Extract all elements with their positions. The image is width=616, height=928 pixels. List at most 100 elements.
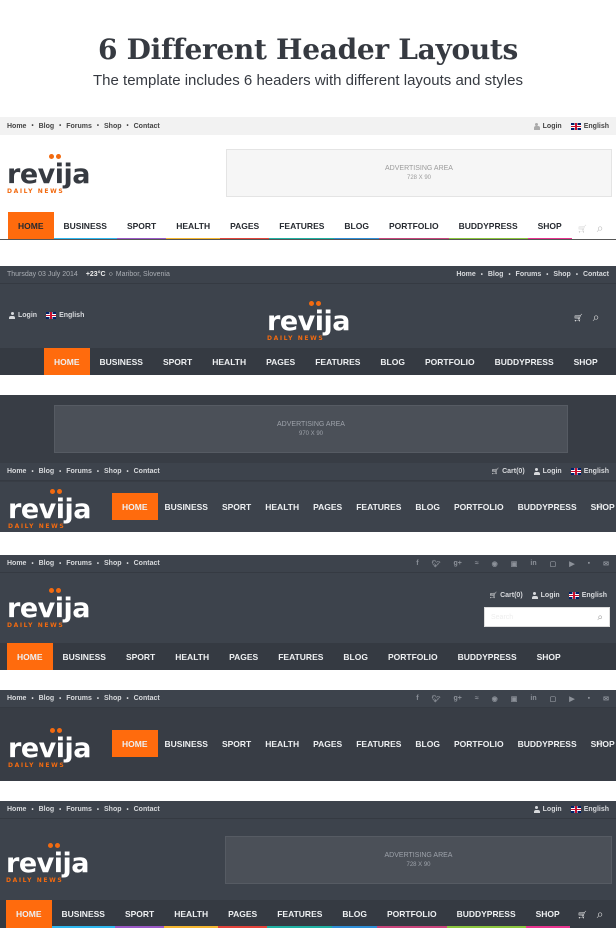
pinterest-icon[interactable]: ◉ bbox=[492, 695, 498, 703]
nav-item-buddypress[interactable]: BUDDYPRESS bbox=[446, 900, 526, 928]
linkedin-icon[interactable]: in bbox=[530, 560, 536, 567]
top-link-contact[interactable]: Contact bbox=[134, 123, 160, 130]
nav-item-business[interactable]: BUSINESS bbox=[53, 643, 116, 670]
top-link-contact[interactable]: Contact bbox=[134, 468, 160, 475]
nav-item-pages[interactable]: PAGES bbox=[306, 493, 349, 520]
login-link[interactable]: Login bbox=[533, 468, 562, 475]
cart-icon[interactable]: 🛒 bbox=[578, 225, 587, 233]
top-link-contact[interactable]: Contact bbox=[583, 271, 609, 278]
nav-item-shop[interactable]: SHOP bbox=[564, 348, 608, 375]
nav-item-features[interactable]: FEATURES bbox=[267, 900, 333, 928]
top-link-forums[interactable]: Forums bbox=[516, 271, 542, 278]
nav-item-sport[interactable]: SPORT bbox=[215, 493, 258, 520]
nav-item-pages[interactable]: PAGES bbox=[220, 212, 270, 240]
nav-item-business[interactable]: BUSINESS bbox=[90, 348, 153, 375]
nav-item-buddypress[interactable]: BUDDYPRESS bbox=[448, 212, 528, 240]
nav-item-buddypress[interactable]: BUDDYPRESS bbox=[485, 348, 564, 375]
top-link-shop[interactable]: Shop bbox=[104, 695, 122, 702]
facebook-icon[interactable]: f bbox=[416, 695, 418, 702]
nav-item-health[interactable]: HEALTH bbox=[202, 348, 256, 375]
nav-item-portfolio[interactable]: PORTFOLIO bbox=[415, 348, 485, 375]
nav-item-health[interactable]: HEALTH bbox=[258, 730, 306, 757]
logo[interactable]: revija DAILY NEWS bbox=[7, 588, 90, 629]
nav-item-home[interactable]: HOME bbox=[7, 643, 53, 670]
google-plus-icon[interactable]: g+ bbox=[453, 560, 461, 567]
nav-item-features[interactable]: FEATURES bbox=[349, 493, 408, 520]
nav-item-features[interactable]: FEATURES bbox=[268, 643, 333, 670]
nav-item-shop[interactable]: SHOP bbox=[527, 212, 572, 240]
nav-item-business[interactable]: BUSINESS bbox=[158, 730, 215, 757]
search-icon[interactable]: ⌕ bbox=[597, 221, 604, 236]
top-link-shop[interactable]: Shop bbox=[553, 271, 571, 278]
nav-item-health[interactable]: HEALTH bbox=[165, 643, 219, 670]
nav-item-blog[interactable]: BLOG bbox=[408, 730, 447, 757]
top-link-shop[interactable]: Shop bbox=[104, 468, 122, 475]
top-link-contact[interactable]: Contact bbox=[134, 695, 160, 702]
nav-item-sport[interactable]: SPORT bbox=[215, 730, 258, 757]
nav-item-sport[interactable]: SPORT bbox=[153, 348, 202, 375]
language-selector[interactable]: English bbox=[570, 806, 609, 813]
nav-item-business[interactable]: BUSINESS bbox=[51, 900, 115, 928]
twitter-icon[interactable]: 🐦︎ bbox=[432, 560, 441, 568]
top-link-forums[interactable]: Forums bbox=[66, 123, 92, 130]
facebook-icon[interactable]: f bbox=[416, 560, 418, 567]
vimeo-icon[interactable]: ▢ bbox=[550, 695, 557, 703]
pinterest-icon[interactable]: ◉ bbox=[492, 560, 498, 568]
nav-item-buddypress[interactable]: BUDDYPRESS bbox=[511, 493, 584, 520]
nav-item-features[interactable]: FEATURES bbox=[349, 730, 408, 757]
nav-item-blog[interactable]: BLOG bbox=[332, 900, 377, 928]
nav-item-pages[interactable]: PAGES bbox=[218, 900, 268, 928]
nav-item-buddypress[interactable]: BUDDYPRESS bbox=[448, 643, 527, 670]
cart-icon[interactable]: 🛒 bbox=[574, 314, 583, 322]
top-link-blog[interactable]: Blog bbox=[39, 806, 55, 813]
nav-item-buddypress[interactable]: BUDDYPRESS bbox=[511, 730, 584, 757]
rss-icon[interactable]: ≈ bbox=[475, 560, 479, 567]
email-icon[interactable]: ✉ bbox=[603, 560, 609, 568]
cart-link[interactable]: 🛒 Cart(0) bbox=[492, 468, 525, 475]
search-icon[interactable]: ⌕ bbox=[597, 907, 604, 922]
nav-item-health[interactable]: HEALTH bbox=[164, 900, 219, 928]
nav-item-health[interactable]: HEALTH bbox=[166, 212, 221, 240]
search-input[interactable]: Search ⌕ bbox=[484, 607, 610, 627]
nav-item-business[interactable]: BUSINESS bbox=[158, 493, 215, 520]
youtube-icon[interactable]: ▶ bbox=[569, 695, 574, 703]
ad-banner-970[interactable]: ADVERTISING AREA 970 X 90 bbox=[54, 405, 568, 453]
top-link-blog[interactable]: Blog bbox=[39, 695, 55, 702]
nav-item-pages[interactable]: PAGES bbox=[256, 348, 305, 375]
top-link-blog[interactable]: Blog bbox=[39, 123, 55, 130]
nav-item-business[interactable]: BUSINESS bbox=[53, 212, 117, 240]
language-selector[interactable]: English bbox=[46, 312, 84, 319]
cart-icon[interactable]: 🛒 bbox=[578, 911, 587, 919]
login-link[interactable]: Login bbox=[533, 806, 562, 813]
search-icon[interactable]: ⌕ bbox=[597, 498, 604, 513]
nav-item-portfolio[interactable]: PORTFOLIO bbox=[378, 643, 448, 670]
nav-item-sport[interactable]: SPORT bbox=[116, 643, 165, 670]
nav-item-blog[interactable]: BLOG bbox=[334, 212, 379, 240]
top-link-contact[interactable]: Contact bbox=[134, 560, 160, 567]
logo[interactable]: revija DAILY NEWS bbox=[8, 489, 91, 530]
cart-link[interactable]: 🛒 Cart(0) bbox=[490, 592, 523, 599]
top-link-shop[interactable]: Shop bbox=[104, 806, 122, 813]
top-link-blog[interactable]: Blog bbox=[39, 468, 55, 475]
nav-item-portfolio[interactable]: PORTFOLIO bbox=[447, 730, 511, 757]
top-link-blog[interactable]: Blog bbox=[488, 271, 504, 278]
nav-item-home[interactable]: HOME bbox=[112, 493, 158, 520]
vimeo-icon[interactable]: ▢ bbox=[550, 560, 557, 568]
youtube-icon[interactable]: ▶ bbox=[569, 560, 574, 568]
instagram-icon[interactable]: ▣ bbox=[511, 560, 518, 568]
top-link-home[interactable]: Home bbox=[7, 468, 26, 475]
nav-item-features[interactable]: FEATURES bbox=[305, 348, 370, 375]
nav-item-home[interactable]: HOME bbox=[44, 348, 90, 375]
nav-item-home[interactable]: HOME bbox=[6, 900, 52, 928]
language-selector[interactable]: English bbox=[570, 468, 609, 475]
top-link-home[interactable]: Home bbox=[7, 695, 26, 702]
search-icon[interactable]: ⌕ bbox=[593, 310, 600, 325]
nav-item-home[interactable]: HOME bbox=[8, 212, 54, 240]
email-icon[interactable]: ✉ bbox=[603, 695, 609, 703]
nav-item-blog[interactable]: BLOG bbox=[408, 493, 447, 520]
top-link-forums[interactable]: Forums bbox=[66, 468, 92, 475]
top-link-blog[interactable]: Blog bbox=[39, 560, 55, 567]
instagram-icon[interactable]: ▣ bbox=[511, 695, 518, 703]
nav-item-sport[interactable]: SPORT bbox=[116, 212, 167, 240]
top-link-shop[interactable]: Shop bbox=[104, 123, 122, 130]
